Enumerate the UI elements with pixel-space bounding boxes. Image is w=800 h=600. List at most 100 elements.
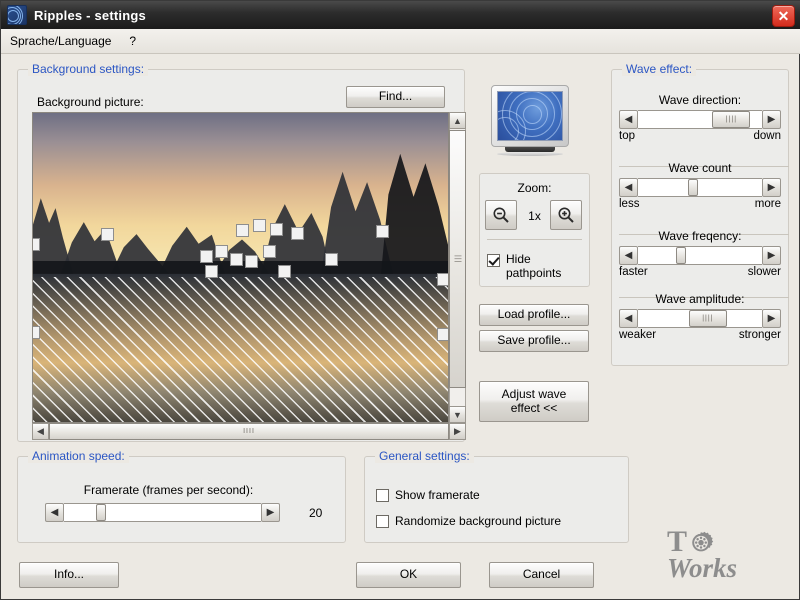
wave-direction-right-arrow[interactable]: ▶ — [762, 110, 781, 129]
wave-amplitude-min-label: weaker — [619, 329, 657, 341]
wave-amplitude-control: Wave amplitude: ◀ |||| ▶ weaker stronger — [619, 292, 781, 341]
pathpoint-handle[interactable] — [200, 250, 213, 263]
wave-direction-label: Wave direction: — [658, 93, 742, 107]
menu-item-language[interactable]: Sprache/Language — [1, 31, 120, 51]
wave-frequency-left-arrow[interactable]: ◀ — [619, 246, 638, 265]
logo-works: Works — [667, 553, 738, 583]
wave-amplitude-thumb[interactable]: |||| — [688, 310, 727, 327]
zoom-out-icon[interactable] — [485, 200, 517, 230]
pathpoint-handle[interactable] — [253, 219, 266, 232]
wave-amplitude-left-arrow[interactable]: ◀ — [619, 309, 638, 328]
pathpoint-handle[interactable] — [437, 328, 448, 341]
pathpoint-handle[interactable] — [291, 227, 304, 240]
framerate-track[interactable] — [64, 503, 261, 522]
checkbox-box[interactable] — [376, 489, 389, 502]
gear-icon — [692, 531, 714, 552]
framerate-slider[interactable]: ◀ ▶ — [45, 503, 280, 522]
pathpoint-handle[interactable] — [270, 223, 283, 236]
wave-amplitude-track[interactable]: |||| — [638, 309, 762, 328]
wave-count-track[interactable] — [638, 178, 762, 197]
wave-frequency-right-arrow[interactable]: ▶ — [762, 246, 781, 265]
framerate-thumb[interactable] — [95, 504, 106, 521]
save-profile-button[interactable]: Save profile... — [479, 330, 589, 352]
wave-frequency-slider[interactable]: ◀ ▶ — [619, 246, 781, 265]
ok-button[interactable]: OK — [356, 562, 461, 588]
framerate-right-arrow[interactable]: ▶ — [261, 503, 280, 522]
randomize-background-label: Randomize background picture — [395, 514, 562, 528]
scroll-left-icon[interactable]: ◀ — [32, 423, 49, 440]
pathpoint-handle[interactable] — [376, 225, 389, 238]
wave-amplitude-right-arrow[interactable]: ▶ — [762, 309, 781, 328]
wave-count-right-arrow[interactable]: ▶ — [762, 178, 781, 197]
pathpoint-handle[interactable] — [215, 245, 228, 258]
pathpoint-handle[interactable] — [205, 265, 218, 278]
info-button[interactable]: Info... — [19, 562, 119, 588]
wave-direction-left-arrow[interactable]: ◀ — [619, 110, 638, 129]
wave-direction-max-label: down — [753, 130, 782, 142]
wallpaper-preview — [497, 91, 563, 141]
background-settings-title: Background settings: — [28, 62, 149, 76]
picture-vertical-scrollbar[interactable]: ▲ ||| ▼ — [449, 112, 466, 423]
wave-direction-control: Wave direction: ◀ |||| ▶ top down — [619, 93, 781, 142]
monitor-preview — [491, 85, 569, 157]
pathpoint-handle[interactable] — [230, 253, 243, 266]
wave-frequency-thumb[interactable] — [676, 247, 687, 264]
checkbox-box[interactable] — [487, 254, 500, 267]
hide-pathpoints-checkbox[interactable]: Hide pathpoints — [487, 252, 587, 281]
show-framerate-checkbox[interactable]: Show framerate — [376, 488, 480, 502]
menu-bar: Sprache/Language ? — [1, 29, 800, 54]
adjust-wave-effect-line2: effect << — [510, 400, 558, 415]
hide-pathpoints-label-line1: Hide — [506, 252, 531, 266]
wave-amplitude-slider[interactable]: ◀ |||| ▶ — [619, 309, 781, 328]
show-framerate-label: Show framerate — [395, 488, 480, 502]
background-picture-canvas[interactable] — [32, 112, 449, 423]
checkbox-box[interactable] — [376, 515, 389, 528]
scroll-down-icon[interactable]: ▼ — [449, 406, 466, 423]
wave-frequency-label: Wave freqency: — [658, 229, 742, 243]
pathpoint-handle[interactable] — [245, 255, 258, 268]
general-settings-title: General settings: — [375, 449, 474, 463]
wave-frequency-track[interactable] — [638, 246, 762, 265]
wave-direction-thumb[interactable]: |||| — [712, 111, 751, 128]
window-title: Ripples - settings — [34, 7, 146, 23]
adjust-wave-effect-line1: Adjust wave — [501, 386, 567, 401]
load-profile-button[interactable]: Load profile... — [479, 304, 589, 326]
ripple-icon — [7, 5, 27, 25]
scroll-up-icon[interactable]: ▲ — [449, 112, 466, 129]
pathpoint-handle[interactable] — [33, 326, 40, 339]
zoom-in-icon[interactable] — [550, 200, 582, 230]
picture-horizontal-scrollbar[interactable]: ◀ IIII ▶ — [32, 423, 466, 440]
pathpoint-handle[interactable] — [325, 253, 338, 266]
close-icon[interactable]: ✕ — [772, 5, 795, 27]
animation-speed-title: Animation speed: — [28, 449, 129, 463]
wave-direction-track[interactable]: |||| — [638, 110, 762, 129]
cancel-button[interactable]: Cancel — [489, 562, 594, 588]
horizontal-scroll-thumb[interactable]: IIII — [49, 423, 449, 440]
vertical-scroll-thumb[interactable]: ||| — [449, 130, 466, 388]
wave-effect-title: Wave effect: — [622, 62, 697, 76]
wave-count-label: Wave count — [668, 161, 732, 175]
framerate-value: 20 — [309, 506, 323, 520]
pathpoint-handle[interactable] — [33, 238, 40, 251]
find-button[interactable]: Find... — [346, 86, 445, 108]
pathpoint-handle[interactable] — [236, 224, 249, 237]
pathpoint-handle[interactable] — [101, 228, 114, 241]
framerate-left-arrow[interactable]: ◀ — [45, 503, 64, 522]
wave-frequency-control: Wave freqency: ◀ ▶ faster slower — [619, 229, 781, 278]
title-bar: Ripples - settings ✕ — [1, 1, 800, 29]
adjust-wave-effect-button[interactable]: Adjust wave effect << — [479, 381, 589, 422]
pathpoint-handle[interactable] — [263, 245, 276, 258]
wave-direction-slider[interactable]: ◀ |||| ▶ — [619, 110, 781, 129]
wave-amplitude-max-label: stronger — [738, 329, 781, 341]
background-picture-label: Background picture: — [37, 95, 144, 109]
wave-count-slider[interactable]: ◀ ▶ — [619, 178, 781, 197]
wave-direction-min-label: top — [619, 130, 635, 142]
wave-count-min-label: less — [619, 198, 640, 210]
pathpoint-handle[interactable] — [437, 273, 448, 286]
scroll-right-icon[interactable]: ▶ — [449, 423, 466, 440]
wave-count-thumb[interactable] — [687, 179, 698, 196]
pathpoint-handle[interactable] — [278, 265, 291, 278]
randomize-background-checkbox[interactable]: Randomize background picture — [376, 514, 561, 528]
wave-count-left-arrow[interactable]: ◀ — [619, 178, 638, 197]
menu-item-help[interactable]: ? — [120, 31, 145, 51]
